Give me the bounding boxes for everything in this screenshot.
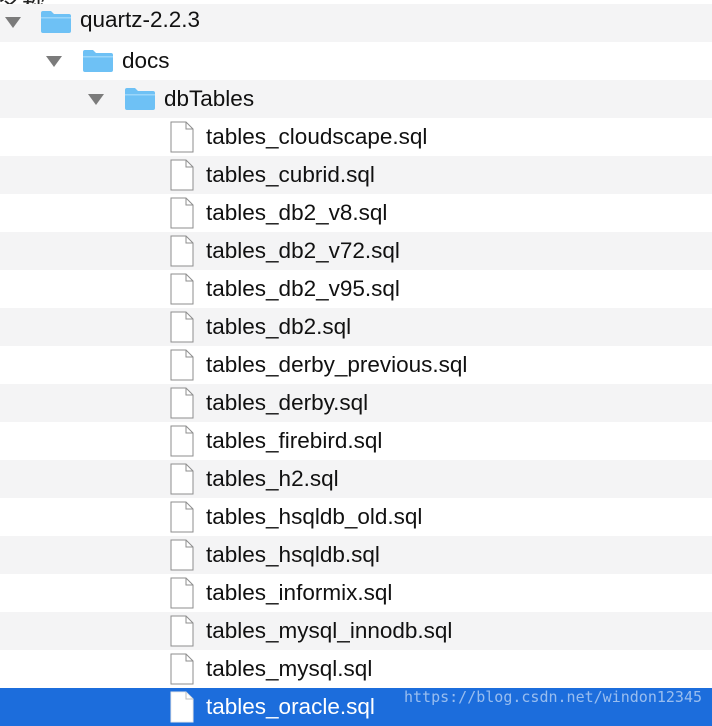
tree-row-quartz[interactable]: quartz-2.2.3 (0, 4, 712, 42)
file-label: tables_firebird.sql (206, 428, 383, 453)
file-row[interactable]: tables_derby.sql (0, 384, 712, 422)
file-row[interactable]: tables_db2.sql (0, 308, 712, 346)
tree-row-docs[interactable]: docs (0, 42, 712, 80)
file-label: tables_db2_v95.sql (206, 276, 400, 301)
document-icon (170, 501, 194, 533)
document-icon (170, 311, 194, 343)
watermark-text: https://blog.csdn.net/windon12345 (403, 688, 702, 706)
file-label: tables_cubrid.sql (206, 162, 375, 187)
tree-item-label: quartz-2.2.3 (80, 7, 201, 32)
document-icon (170, 539, 194, 571)
file-row[interactable]: tables_cloudscape.sql (0, 118, 712, 156)
file-row[interactable]: tables_hsqldb.sql (0, 536, 712, 574)
folder-icon (41, 11, 71, 33)
document-icon (170, 653, 194, 685)
file-row[interactable]: tables_firebird.sql (0, 422, 712, 460)
file-label: tables_db2_v72.sql (206, 238, 400, 263)
file-label: tables_hsqldb_old.sql (206, 504, 423, 529)
document-icon (170, 387, 194, 419)
document-icon (170, 577, 194, 609)
file-row[interactable]: tables_h2.sql (0, 460, 712, 498)
folder-icon (83, 50, 113, 72)
document-icon (170, 349, 194, 381)
file-row[interactable]: tables_cubrid.sql (0, 156, 712, 194)
file-label: tables_informix.sql (206, 580, 393, 605)
file-row[interactable]: tables_mysql_innodb.sql (0, 612, 712, 650)
tree-row-dbtables[interactable]: dbTables (0, 80, 712, 118)
file-row[interactable]: tables_db2_v72.sql (0, 232, 712, 270)
folder-icon (125, 88, 155, 110)
disclosure-triangle-icon[interactable] (88, 94, 104, 105)
document-icon (170, 235, 194, 267)
document-icon (170, 121, 194, 153)
file-label: tables_mysql.sql (206, 656, 373, 681)
file-row[interactable]: tables_db2_v8.sql (0, 194, 712, 232)
file-label: tables_derby.sql (206, 390, 369, 415)
tree-item-label: docs (122, 48, 170, 73)
document-icon (170, 615, 194, 647)
file-row[interactable]: tables_db2_v95.sql (0, 270, 712, 308)
file-label: tables_cloudscape.sql (206, 124, 428, 149)
file-label: tables_mysql_innodb.sql (206, 618, 453, 643)
file-label: tables_db2.sql (206, 314, 352, 339)
disclosure-triangle-icon[interactable] (46, 56, 62, 67)
document-icon (170, 425, 194, 457)
file-label: tables_oracle.sql (206, 694, 375, 719)
file-row[interactable]: tables_hsqldb_old.sql (0, 498, 712, 536)
file-label: tables_derby_previous.sql (206, 352, 468, 377)
tree-item-label: dbTables (164, 86, 255, 111)
file-row[interactable]: tables_derby_previous.sql (0, 346, 712, 384)
file-label: tables_hsqldb.sql (206, 542, 380, 567)
document-icon (170, 197, 194, 229)
disclosure-triangle-icon[interactable] (5, 17, 21, 28)
document-icon (170, 159, 194, 191)
file-label: tables_db2_v8.sql (206, 200, 388, 225)
document-icon (170, 463, 194, 495)
file-row[interactable]: tables_informix.sql (0, 574, 712, 612)
document-icon (170, 691, 194, 723)
file-label: tables_h2.sql (206, 466, 339, 491)
document-icon (170, 273, 194, 305)
file-row[interactable]: tables_mysql.sql (0, 650, 712, 688)
